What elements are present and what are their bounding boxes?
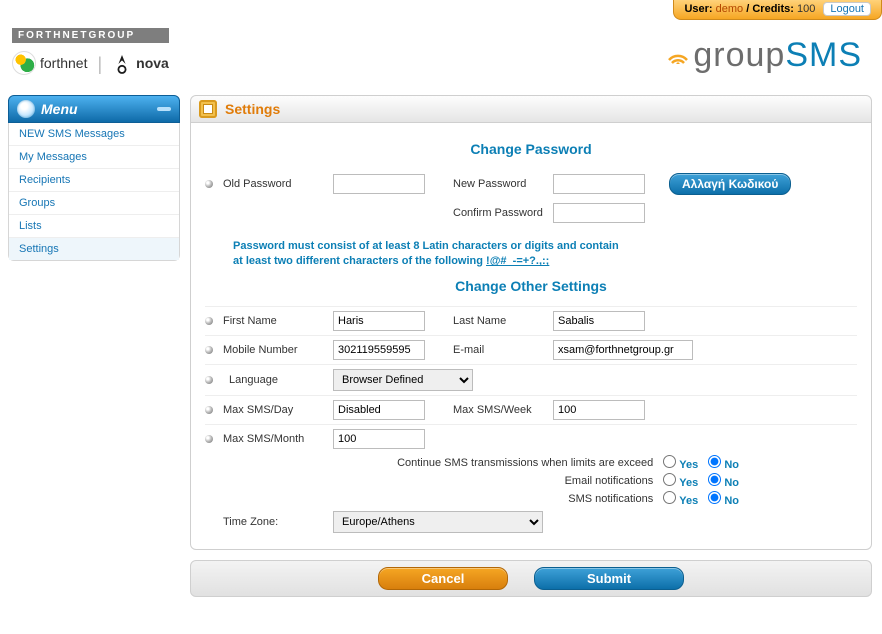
email-input[interactable] xyxy=(553,340,693,360)
sidebar-item-lists[interactable]: Lists xyxy=(9,215,179,238)
sidebar-item-settings[interactable]: Settings xyxy=(9,238,179,260)
sms-notifications-label: SMS notifications xyxy=(205,493,659,505)
email-label: E-mail xyxy=(453,344,543,356)
left-logo-block: FORTHNETGROUP forthnet | nova xyxy=(12,28,169,75)
max-sms-day-input[interactable] xyxy=(333,400,425,420)
sms-notif-no-radio[interactable]: No xyxy=(708,491,739,507)
max-sms-week-label: Max SMS/Week xyxy=(453,404,543,416)
mobile-input[interactable] xyxy=(333,340,425,360)
user-credits-bar: User: demo / Credits: 100 Logout xyxy=(673,0,882,20)
sidebar-item-recipients[interactable]: Recipients xyxy=(9,169,179,192)
confirm-password-input[interactable] xyxy=(553,203,645,223)
settings-page-icon xyxy=(199,100,217,118)
globe-icon xyxy=(17,100,35,118)
confirm-password-label: Confirm Password xyxy=(453,207,543,219)
last-name-label: Last Name xyxy=(453,315,543,327)
brand-divider: | xyxy=(97,54,102,75)
credits-label: / Credits: xyxy=(746,3,794,15)
menu-title: Menu xyxy=(41,101,78,117)
forthnet-swirl-icon xyxy=(12,51,36,75)
nova-crown-icon xyxy=(112,51,132,75)
forthnet-logo: forthnet xyxy=(12,51,87,75)
page-header: Settings xyxy=(190,95,872,123)
sms-notif-yes-radio[interactable]: Yes xyxy=(663,491,698,507)
continue-limits-label: Continue SMS transmissions when limits a… xyxy=(205,457,659,469)
groupsms-logo: groupSMS xyxy=(665,36,862,75)
old-password-input[interactable] xyxy=(333,174,425,194)
new-password-input[interactable] xyxy=(553,174,645,194)
row-bullet-icon xyxy=(205,406,213,414)
timezone-select[interactable]: Europe/Athens xyxy=(333,511,543,533)
nova-logo: nova xyxy=(112,51,169,75)
email-notifications-label: Email notifications xyxy=(205,475,659,487)
page-title: Settings xyxy=(225,101,280,117)
sidebar-item-new-sms-messages[interactable]: NEW SMS Messages xyxy=(9,123,179,146)
logout-link[interactable]: Logout xyxy=(823,2,871,16)
cancel-button[interactable]: Cancel xyxy=(378,567,508,590)
row-bullet-icon xyxy=(205,180,213,188)
max-sms-week-input[interactable] xyxy=(553,400,645,420)
mobile-label: Mobile Number xyxy=(223,344,323,356)
max-sms-month-input[interactable] xyxy=(333,429,425,449)
change-password-button[interactable]: Αλλαγή Κωδικού xyxy=(669,173,791,195)
menu-collapse-icon[interactable] xyxy=(157,107,171,111)
menu-header[interactable]: Menu xyxy=(8,95,180,123)
credits-value: 100 xyxy=(797,3,815,15)
row-bullet-icon xyxy=(205,346,213,354)
max-sms-day-label: Max SMS/Day xyxy=(223,404,323,416)
email-notif-no-radio[interactable]: No xyxy=(708,473,739,489)
last-name-input[interactable] xyxy=(553,311,645,331)
action-bar: Cancel Submit xyxy=(190,560,872,597)
continue-no-radio[interactable]: No xyxy=(708,455,739,471)
row-bullet-icon xyxy=(205,376,213,384)
password-hint: Password must consist of at least 8 Lati… xyxy=(233,239,857,270)
menu-list: NEW SMS MessagesMy MessagesRecipientsGro… xyxy=(8,123,180,261)
forthnetgroup-logo: FORTHNETGROUP xyxy=(12,28,169,43)
sidebar-item-groups[interactable]: Groups xyxy=(9,192,179,215)
continue-yes-radio[interactable]: Yes xyxy=(663,455,698,471)
change-other-settings-heading: Change Other Settings xyxy=(205,278,857,294)
email-notif-yes-radio[interactable]: Yes xyxy=(663,473,698,489)
language-select[interactable]: Browser Defined xyxy=(333,369,473,391)
new-password-label: New Password xyxy=(453,178,543,190)
username: demo xyxy=(716,3,744,15)
sidebar-item-my-messages[interactable]: My Messages xyxy=(9,146,179,169)
submit-button[interactable]: Submit xyxy=(534,567,684,590)
row-bullet-icon xyxy=(205,317,213,325)
max-sms-month-label: Max SMS/Month xyxy=(223,433,323,445)
first-name-input[interactable] xyxy=(333,311,425,331)
change-password-heading: Change Password xyxy=(205,141,857,157)
wifi-icon xyxy=(665,44,691,67)
language-label: Language xyxy=(223,374,323,386)
old-password-label: Old Password xyxy=(223,178,323,190)
user-label: User: xyxy=(684,3,712,15)
row-bullet-icon xyxy=(205,435,213,443)
timezone-label: Time Zone: xyxy=(223,516,323,528)
first-name-label: First Name xyxy=(223,315,323,327)
